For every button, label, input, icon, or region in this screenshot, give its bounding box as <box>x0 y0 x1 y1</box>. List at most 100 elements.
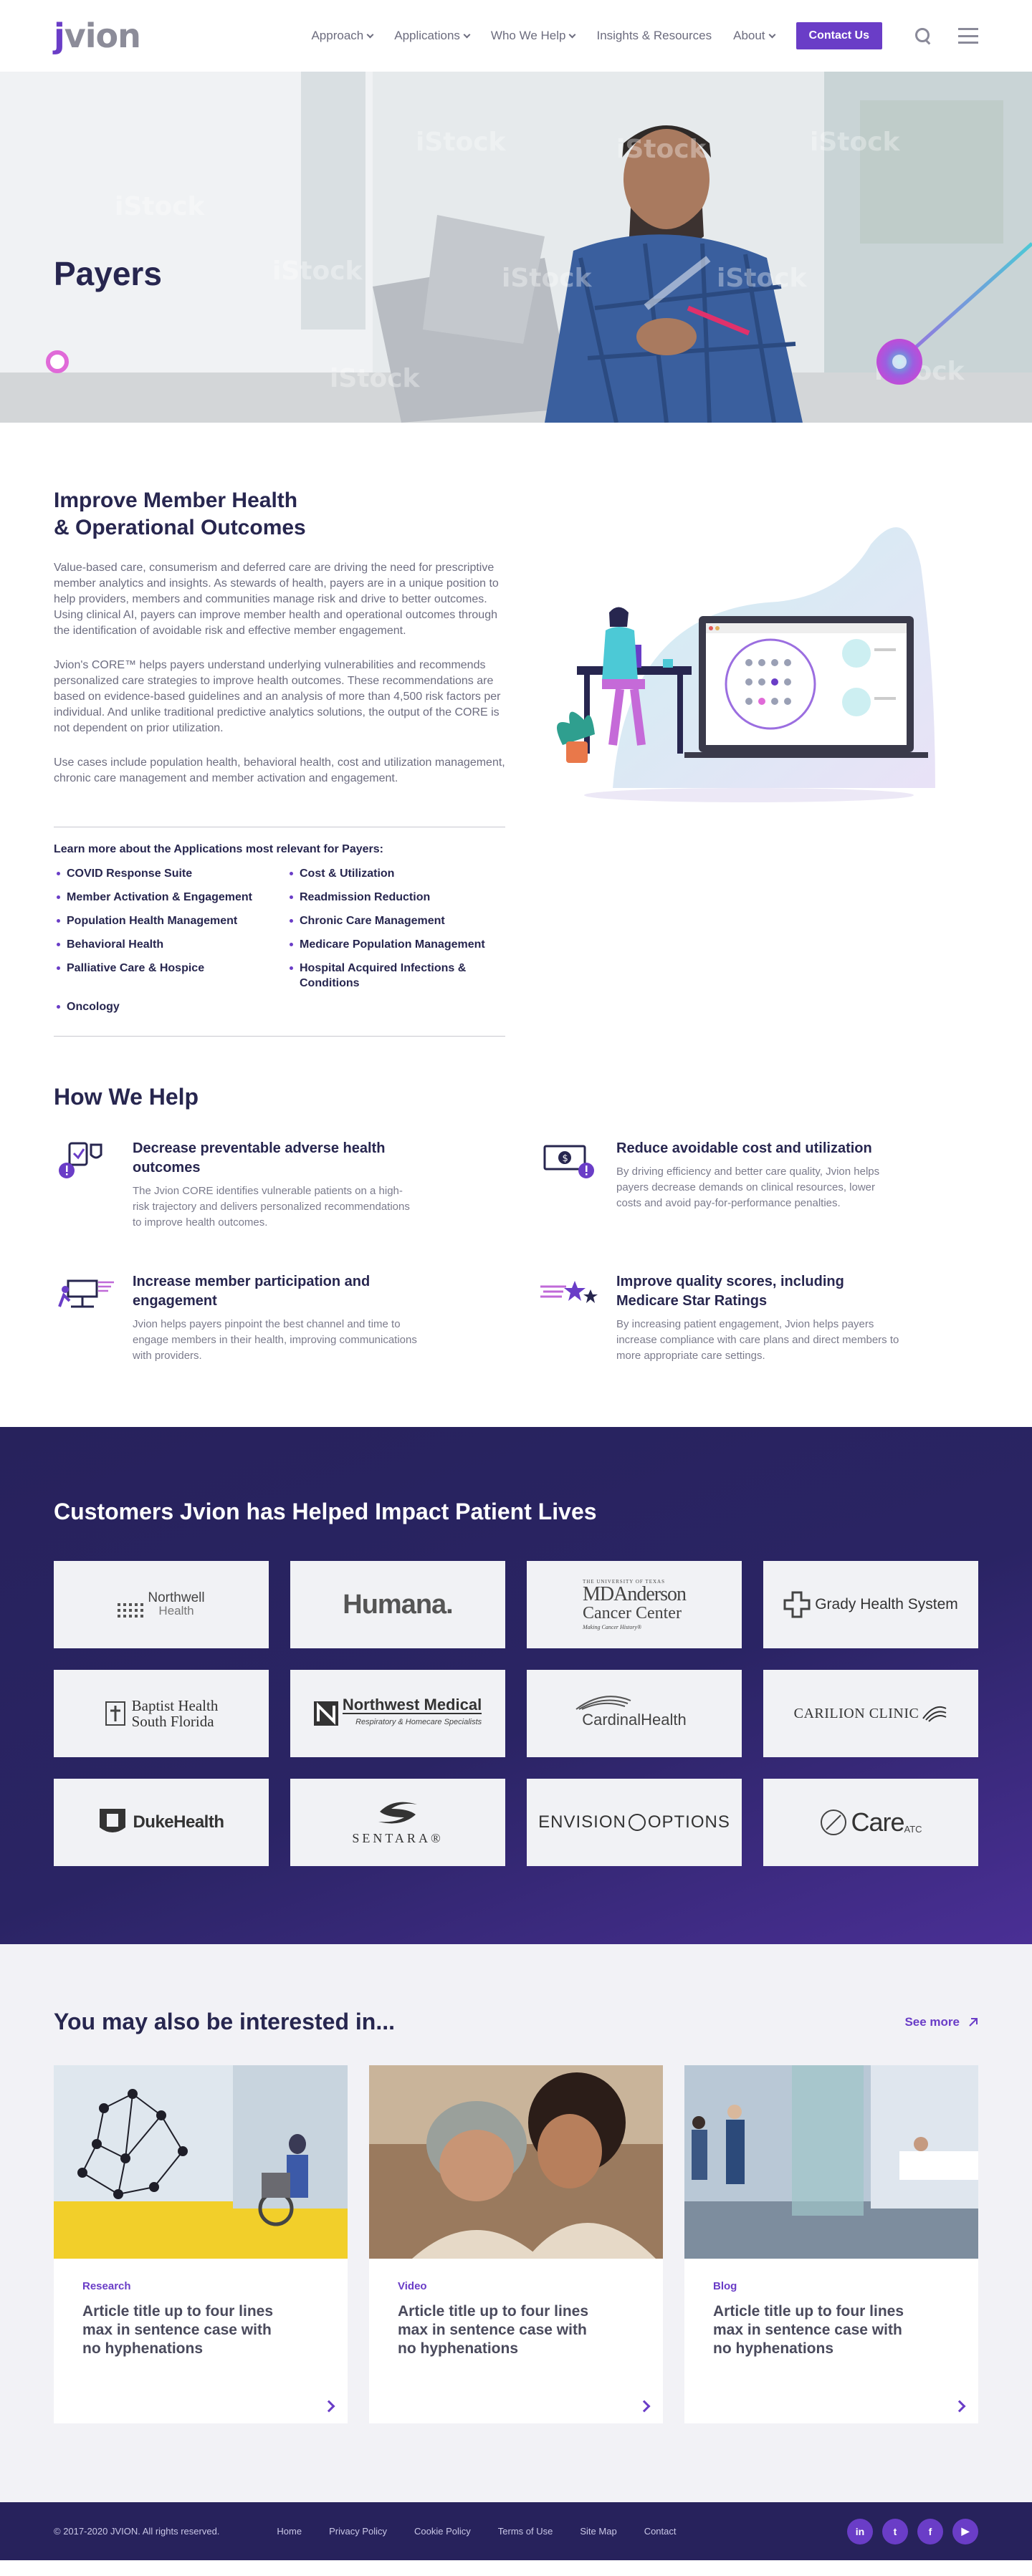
app-link-population-health[interactable]: Population Health Management <box>54 913 287 928</box>
customers-section: Customers Jvion has Helped Impact Patien… <box>0 1427 1032 1944</box>
applications-list-title: Learn more about the Applications most r… <box>54 843 383 855</box>
twitter-icon[interactable]: t <box>882 2518 908 2544</box>
customers-title: Customers Jvion has Helped Impact Patien… <box>54 1499 597 1524</box>
app-link-readmission-reduction[interactable]: Readmission Reduction <box>287 890 505 905</box>
help-item-title: Decrease preventable adverse health outc… <box>133 1140 386 1176</box>
intro-section: Improve Member Health & Operational Outco… <box>0 423 1032 1037</box>
svg-text:iStock: iStock <box>330 364 421 393</box>
related-card[interactable]: Video Article title up to four lines max… <box>369 2065 663 2423</box>
see-more-link[interactable]: See more <box>904 2015 978 2029</box>
northwell-mark-icon <box>118 1603 144 1618</box>
how-we-help-section: How We Help Decrease preventable adverse… <box>0 1037 1032 1364</box>
applications-list: Learn more about the Applications most r… <box>54 827 505 1037</box>
app-link-hospital-acquired-infections[interactable]: Hospital Acquired Infections & Condition… <box>287 961 505 991</box>
app-link-covid-response[interactable]: COVID Response Suite <box>54 866 287 881</box>
app-link-medicare-population[interactable]: Medicare Population Management <box>287 937 505 952</box>
app-link-chronic-care[interactable]: Chronic Care Management <box>287 913 505 928</box>
help-item-body: By increasing patient engagement, Jvion … <box>616 1318 899 1362</box>
svg-text:iStock: iStock <box>717 264 808 293</box>
cost-reduction-icon: $ <box>543 1145 594 1178</box>
app-link-palliative-care[interactable]: Palliative Care & Hospice <box>54 961 287 991</box>
footer-link-privacy-policy[interactable]: Privacy Policy <box>329 2526 387 2537</box>
help-item: Increase member participation and engage… <box>54 1272 494 1364</box>
app-link-cost-utilization[interactable]: Cost & Utilization <box>287 866 505 881</box>
intro-heading: Improve Member Health & Operational Outco… <box>54 489 306 539</box>
nav-applications[interactable]: Applications <box>394 29 471 43</box>
menu-icon[interactable] <box>958 28 978 44</box>
chevron-right-icon[interactable] <box>322 2400 335 2413</box>
arrow-up-right-icon <box>969 2017 978 2027</box>
help-item-title: Increase member participation and engage… <box>133 1274 371 1309</box>
hero-banner: iStock iStock iStock iStock iStock iStock iS… <box>0 72 1032 423</box>
svg-text:iStock: iStock <box>115 192 206 221</box>
jvion-logo[interactable]: jvion <box>54 16 141 55</box>
youtube-icon[interactable]: ▶ <box>952 2518 978 2544</box>
footer-link-home[interactable]: Home <box>277 2526 302 2537</box>
intro-text: Improve Member Health & Operational Outco… <box>54 487 505 1037</box>
footer-link-contact[interactable]: Contact <box>644 2526 677 2537</box>
sentara-swoosh-icon <box>378 1802 417 1824</box>
chevron-down-icon <box>569 31 576 38</box>
svg-text:$: $ <box>563 1153 568 1164</box>
related-title: You may also be interested in... <box>54 2009 395 2034</box>
card-image <box>54 2065 348 2259</box>
help-item-body: By driving efficiency and better care qu… <box>616 1166 880 1209</box>
customer-logo-humana: Humana. <box>290 1561 505 1648</box>
card-category: Research <box>82 2280 131 2292</box>
help-item: Improve quality scores, including Medica… <box>538 1272 978 1364</box>
contact-us-button[interactable]: Contact Us <box>796 22 882 49</box>
related-content-section: You may also be interested in... See mor… <box>0 1944 1032 2502</box>
baptist-shield-icon <box>105 1701 125 1726</box>
svg-text:iStock: iStock <box>416 128 507 157</box>
linkedin-icon[interactable]: in <box>847 2518 873 2544</box>
svg-text:iStock: iStock <box>272 256 363 286</box>
related-card[interactable]: Blog Article title up to four lines max … <box>684 2065 978 2423</box>
app-link-member-activation[interactable]: Member Activation & Engagement <box>54 890 287 905</box>
customer-logo-baptist-health: Baptist Health South Florida <box>54 1670 269 1757</box>
chevron-down-icon <box>366 31 374 38</box>
cardinal-swoosh-icon <box>575 1696 631 1710</box>
help-item-title: Improve quality scores, including Medica… <box>616 1274 844 1309</box>
star-ratings-icon <box>540 1281 598 1303</box>
social-links: in t f ▶ <box>847 2518 978 2544</box>
related-card[interactable]: Research Article title up to four lines … <box>54 2065 348 2423</box>
customer-logo-northwest-medical: Northwest Medical Respiratory & Homecare … <box>290 1670 505 1757</box>
main-nav: Approach Applications Who We Help Insigh… <box>311 22 978 49</box>
footer-nav: Home Privacy Policy Cookie Policy Terms … <box>277 2526 676 2537</box>
site-header: jvion Approach Applications Who We Help … <box>0 0 1032 72</box>
related-cards: Research Article title up to four lines … <box>54 2065 978 2423</box>
footer-link-site-map[interactable]: Site Map <box>580 2526 616 2537</box>
chevron-down-icon <box>768 31 775 38</box>
help-item-title: Reduce avoidable cost and utilization <box>616 1140 872 1156</box>
search-icon[interactable] <box>914 27 932 45</box>
customer-logo-sentara: SENTARA® <box>290 1779 505 1866</box>
chevron-right-icon[interactable] <box>638 2400 651 2413</box>
intro-paragraph: Jvion's CORE™ helps payers understand un… <box>54 659 501 734</box>
customer-logo-carilion-clinic: CARILION CLINIC <box>763 1670 978 1757</box>
card-category: Video <box>398 2280 427 2292</box>
nav-insights-resources[interactable]: Insights & Resources <box>596 29 712 43</box>
app-link-oncology[interactable]: Oncology <box>54 999 287 1014</box>
svg-text:iStock: iStock <box>810 128 901 157</box>
customer-logo-md-anderson: THE UNIVERSITY OF TEXAS MDAnderson Cance… <box>527 1561 742 1648</box>
customer-logo-care-atc: Care ATC <box>763 1779 978 1866</box>
chevron-down-icon <box>463 31 471 38</box>
customer-logo-grady: Grady Health System <box>763 1561 978 1648</box>
svg-text:iStock: iStock <box>502 264 593 293</box>
app-link-behavioral-health[interactable]: Behavioral Health <box>54 937 287 952</box>
page-title: Payers <box>54 255 162 292</box>
nav-about[interactable]: About <box>733 29 775 43</box>
card-title: Article title up to four lines max in se… <box>398 2303 589 2357</box>
duke-shield-icon <box>100 1809 126 1832</box>
how-we-help-title: How We Help <box>54 1084 199 1110</box>
footer-link-terms-of-use[interactable]: Terms of Use <box>498 2526 553 2537</box>
facebook-icon[interactable]: f <box>917 2518 943 2544</box>
nav-approach[interactable]: Approach <box>311 29 374 43</box>
footer-link-cookie-policy[interactable]: Cookie Policy <box>414 2526 471 2537</box>
customer-logo-northwell: Northwell Health <box>54 1561 269 1648</box>
nav-who-we-help[interactable]: Who We Help <box>491 29 576 43</box>
svg-text:iStock: iStock <box>616 135 707 164</box>
site-footer: © 2017-2020 JVION. All rights reserved. … <box>0 2502 1032 2560</box>
chevron-right-icon[interactable] <box>953 2400 966 2413</box>
copyright-text: © 2017-2020 JVION. All rights reserved. <box>54 2526 220 2537</box>
